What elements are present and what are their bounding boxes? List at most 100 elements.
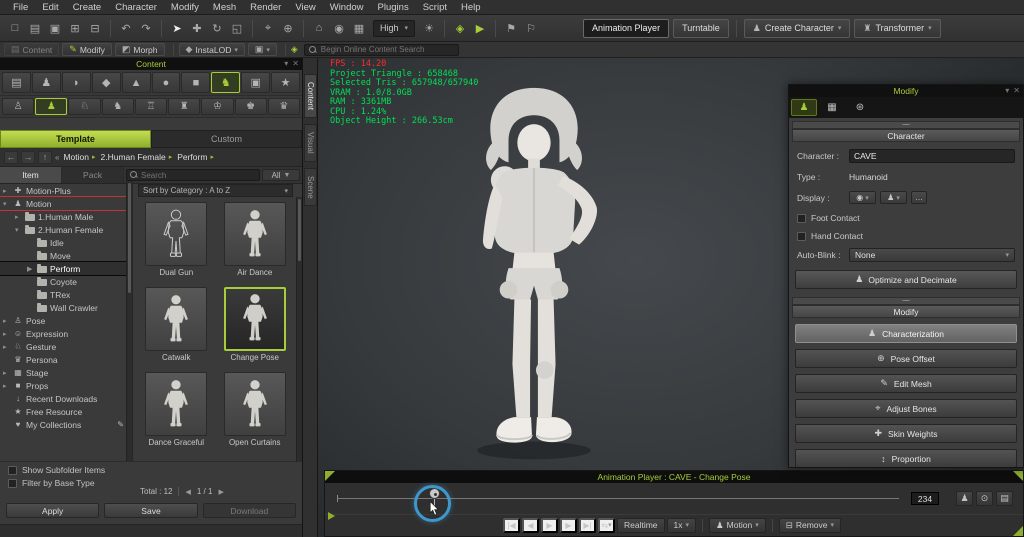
- checkbox-icon[interactable]: [797, 214, 806, 223]
- grid-toggle-icon[interactable]: ▦: [349, 19, 369, 38]
- expand-arrow-icon[interactable]: ▸: [3, 369, 10, 377]
- character-name-field[interactable]: CAVE: [849, 149, 1015, 163]
- menu-render[interactable]: Render: [243, 1, 288, 14]
- proportion-button[interactable]: ↕Proportion: [795, 449, 1017, 468]
- modify-panel-titlebar[interactable]: Modify ▾ ✕: [789, 85, 1023, 97]
- clip-avatar-icon[interactable]: ♟: [956, 491, 973, 506]
- close-icon[interactable]: ✕: [1013, 86, 1020, 95]
- plugin-dropdown-button[interactable]: ▣ ▾: [248, 43, 277, 56]
- expand-arrow-icon[interactable]: ▸: [3, 343, 10, 351]
- play-button[interactable]: ▶: [541, 518, 558, 533]
- pin-icon[interactable]: ▾: [1005, 86, 1009, 95]
- render-image-icon[interactable]: ◈: [450, 19, 470, 38]
- flag-icon[interactable]: ⚑: [501, 19, 521, 38]
- tree-item-motion[interactable]: ▾♟Motion: [0, 197, 132, 210]
- tree-scrollbar[interactable]: [126, 181, 132, 461]
- tree-item-2-human-female[interactable]: ▾2.Human Female: [0, 223, 132, 236]
- up-arrow-icon[interactable]: ↑: [38, 151, 52, 164]
- thumbnail-catwalk[interactable]: Catwalk: [142, 287, 211, 362]
- thumbnail-dance-graceful[interactable]: Dance Graceful: [142, 372, 211, 447]
- project-category-icon[interactable]: ▤: [2, 72, 31, 93]
- display-visibility-dropdown[interactable]: ◉ ▾: [849, 191, 876, 204]
- resize-grip-right[interactable]: [1013, 471, 1023, 481]
- new-project-icon[interactable]: □: [5, 19, 25, 38]
- expand-arrow-icon[interactable]: ▶: [27, 265, 34, 273]
- online-content-search[interactable]: [304, 44, 459, 56]
- menu-create[interactable]: Create: [66, 1, 109, 14]
- smart-gallery-icon[interactable]: ◈: [291, 44, 298, 55]
- filter-all-dropdown[interactable]: All ▼: [262, 169, 300, 181]
- menu-mesh[interactable]: Mesh: [206, 1, 243, 14]
- resize-grip-left[interactable]: [325, 471, 335, 481]
- filter-creature-icon[interactable]: ♔: [201, 98, 233, 115]
- menu-view[interactable]: View: [288, 1, 322, 14]
- expand-arrow-icon[interactable]: ▾: [3, 200, 10, 208]
- filter-male-icon[interactable]: ♘: [68, 98, 100, 115]
- realtime-button[interactable]: Realtime: [617, 518, 665, 533]
- expand-arrow-icon[interactable]: ▾: [15, 226, 22, 234]
- side-tab-content[interactable]: Content: [304, 74, 317, 118]
- select-tool-icon[interactable]: ➤: [167, 19, 187, 38]
- edit-collections-icon[interactable]: ✎: [117, 420, 124, 429]
- turntable-button[interactable]: Turntable: [673, 19, 729, 38]
- filter-base-checkbox-row[interactable]: Filter by Base Type: [0, 478, 95, 488]
- expand-arrow-icon[interactable]: ▸: [3, 317, 10, 325]
- breadcrumb-item-motion[interactable]: Motion▸: [62, 152, 96, 162]
- skin-weights-button[interactable]: ✚Skin Weights: [795, 424, 1017, 443]
- breadcrumb-item-human-female[interactable]: 2.Human Female▸: [99, 152, 173, 162]
- tree-item-my-collections[interactable]: ♥My Collections✎: [0, 418, 132, 431]
- playback-speed-select[interactable]: 1x ▾: [667, 518, 697, 533]
- morph-panel-toggle[interactable]: ◩ Morph: [115, 43, 165, 56]
- content-search-input[interactable]: [141, 171, 256, 180]
- flag-outline-icon[interactable]: ⚐: [521, 19, 541, 38]
- filter-child-icon[interactable]: ♜: [168, 98, 200, 115]
- expand-arrow-icon[interactable]: ▸: [15, 213, 22, 221]
- clip-list-icon[interactable]: ▤: [996, 491, 1013, 506]
- save-project-icon[interactable]: ▣: [45, 19, 65, 38]
- tree-item-wall-crawler[interactable]: Wall Crawler: [0, 301, 132, 314]
- collapse-section-bar[interactable]: —: [792, 121, 1020, 129]
- breadcrumb-item-perform[interactable]: Perform▸: [176, 152, 215, 162]
- apply-button[interactable]: Apply: [6, 503, 99, 518]
- tree-item-props[interactable]: ▸■Props: [0, 379, 132, 392]
- preview-render-icon[interactable]: ▶: [470, 19, 490, 38]
- tab-custom[interactable]: Custom: [151, 130, 302, 148]
- tree-item-gesture[interactable]: ▸♘Gesture: [0, 340, 132, 353]
- camera-view-icon[interactable]: ◉: [329, 19, 349, 38]
- hat-category-icon[interactable]: ●: [152, 72, 181, 93]
- tree-item-stage[interactable]: ▸▦Stage: [0, 366, 132, 379]
- checkbox-icon[interactable]: [797, 232, 806, 241]
- online-content-search-input[interactable]: [321, 45, 454, 54]
- avatar-category-icon[interactable]: ♟: [32, 72, 61, 93]
- thumbnail-change-pose[interactable]: Change Pose: [221, 287, 290, 362]
- sort-dropdown[interactable]: Sort by Category : A to Z ▾: [138, 184, 293, 197]
- thumbnail-scrollbar[interactable]: [296, 197, 302, 461]
- expand-arrow-icon[interactable]: ▸: [3, 382, 10, 390]
- glove-category-icon[interactable]: ◆: [92, 72, 121, 93]
- pivot-tool-icon[interactable]: ⌖: [258, 19, 278, 38]
- material-tab-icon[interactable]: ▦: [819, 99, 845, 116]
- redo-icon[interactable]: ↷: [136, 19, 156, 38]
- physics-tab-icon[interactable]: ⊛: [847, 99, 873, 116]
- motion-dropdown[interactable]: ♟ Motion ▾: [709, 518, 766, 533]
- filter-female-icon[interactable]: ♞: [102, 98, 134, 115]
- rotate-tool-icon[interactable]: ↻: [207, 19, 227, 38]
- current-frame-field[interactable]: 234: [911, 492, 939, 505]
- content-search[interactable]: [126, 169, 260, 181]
- side-tab-scene[interactable]: Scene: [304, 168, 317, 207]
- forward-arrow-icon[interactable]: →: [21, 151, 35, 164]
- expand-arrow-icon[interactable]: ▸: [3, 187, 10, 195]
- menu-file[interactable]: File: [6, 1, 35, 14]
- animation-player-toggle[interactable]: Animation Player: [583, 19, 669, 38]
- resize-grip-bottom-right[interactable]: [1013, 526, 1023, 536]
- menu-help[interactable]: Help: [454, 1, 488, 14]
- next-frame-button[interactable]: ▶: [560, 518, 577, 533]
- filter-neutral-icon[interactable]: ♖: [135, 98, 167, 115]
- instalod-button[interactable]: ◆ InstaLOD ▾: [179, 43, 245, 56]
- tree-item-idle[interactable]: Idle: [0, 236, 132, 249]
- side-tab-visual[interactable]: Visual: [304, 124, 317, 162]
- transformer-button[interactable]: ♜ Transformer ▾: [854, 19, 940, 38]
- download-button[interactable]: Download: [203, 503, 296, 518]
- checkbox-icon[interactable]: [8, 479, 17, 488]
- tree-item-trex[interactable]: TRex: [0, 288, 132, 301]
